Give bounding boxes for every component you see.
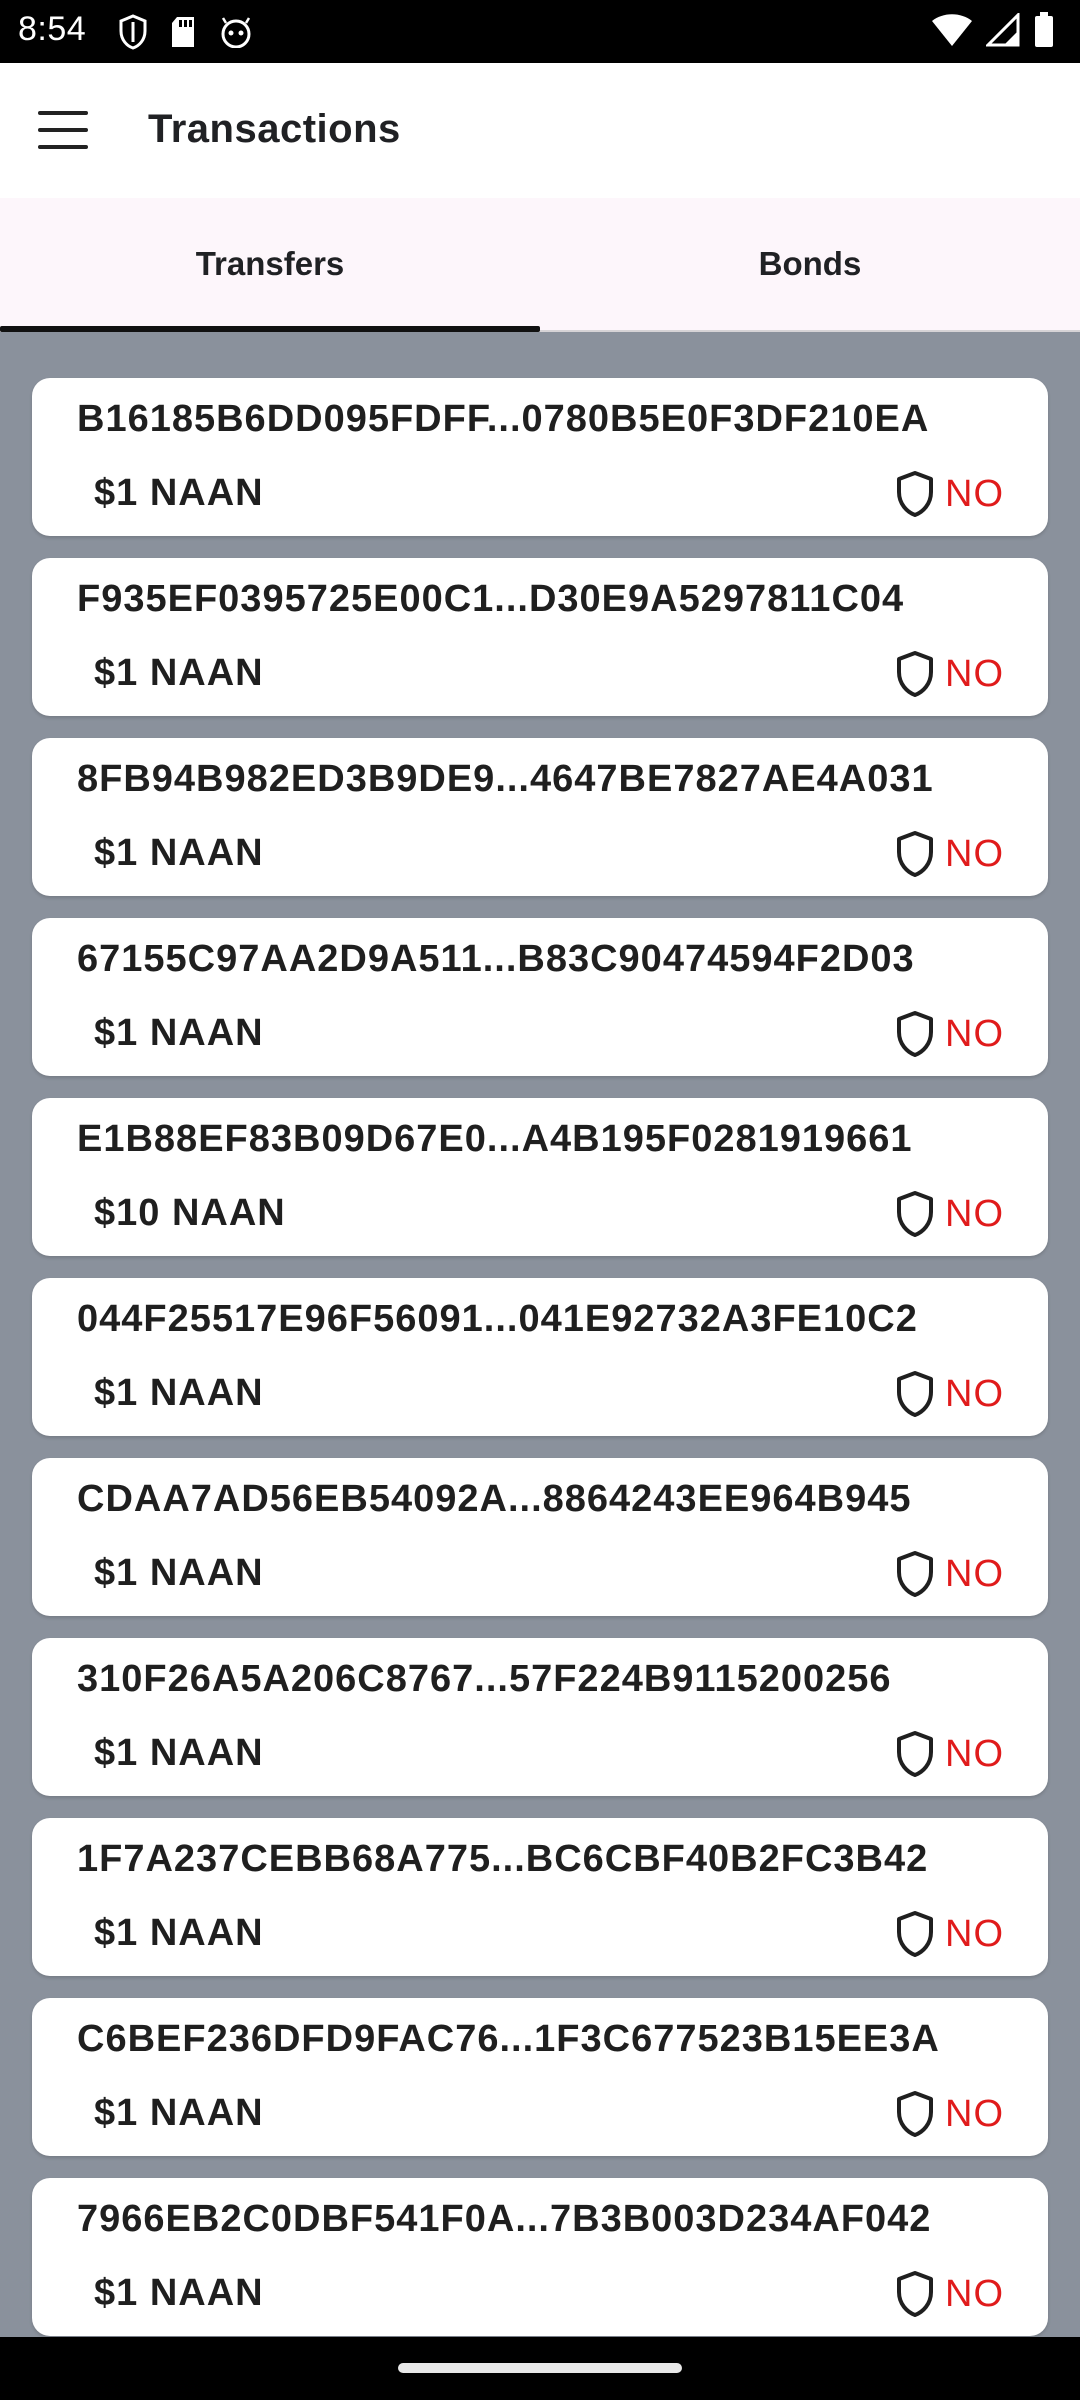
transaction-amount: $1 NAAN [94,652,264,694]
shield-icon [897,1911,933,1957]
transaction-card[interactable]: C6BEF236DFD9FAC76...1F3C677523B15EE3A $1 … [32,1998,1048,2156]
status-bar: 8:54 [0,0,1080,63]
transaction-hash: 1F7A237CEBB68A775...BC6CBF40B2FC3B42 [77,1838,929,1880]
transaction-card[interactable]: 7966EB2C0DBF541F0A...7B3B003D234AF042 $1 … [32,2178,1048,2336]
shield-icon [897,471,933,517]
transaction-status: NO [895,650,1004,698]
tab-bar: Transfers Bonds [0,198,1080,332]
shield-icon [897,1551,933,1597]
status-label: NO [945,472,1004,515]
transaction-amount: $1 NAAN [94,2272,264,2314]
transaction-card[interactable]: 044F25517E96F56091...041E92732A3FE10C2 $1… [32,1278,1048,1436]
transaction-hash: 310F26A5A206C8767...57F224B9115200256 [77,1658,892,1700]
transaction-hash: 8FB94B982ED3B9DE9...4647BE7827AE4A031 [77,758,934,800]
transaction-hash: 044F25517E96F56091...041E92732A3FE10C2 [77,1298,918,1340]
transaction-hash: F935EF0395725E00C1...D30E9A5297811C04 [77,578,905,620]
transaction-card[interactable]: 67155C97AA2D9A511...B83C90474594F2D03 $1 … [32,918,1048,1076]
shield-icon [897,1011,933,1057]
transaction-hash: E1B88EF83B09D67E0...A4B195F0281919661 [77,1118,913,1160]
transaction-hash: 67155C97AA2D9A511...B83C90474594F2D03 [77,938,915,980]
wifi-icon [932,14,972,46]
menu-button[interactable] [38,111,88,149]
status-label: NO [945,1732,1004,1775]
transaction-card[interactable]: F935EF0395725E00C1...D30E9A5297811C04 $1 … [32,558,1048,716]
transaction-status: NO [895,830,1004,878]
home-gesture-handle[interactable] [398,2363,682,2373]
transaction-card[interactable]: CDAA7AD56EB54092A...8864243EE964B945 $1 N… [32,1458,1048,1616]
shield-icon [897,831,933,877]
page-title: Transactions [148,107,401,151]
status-label: NO [945,1912,1004,1955]
hamburger-menu-icon [38,111,88,115]
transaction-status: NO [895,2270,1004,2318]
transaction-status: NO [895,1730,1004,1778]
transaction-status: NO [895,2090,1004,2138]
status-label: NO [945,832,1004,875]
transaction-amount: $1 NAAN [94,1552,264,1594]
transaction-amount: $1 NAAN [94,1732,264,1774]
transaction-hash: CDAA7AD56EB54092A...8864243EE964B945 [77,1478,912,1520]
transaction-amount: $1 NAAN [94,1912,264,1954]
signal-icon [986,13,1020,47]
transaction-status: NO [895,1010,1004,1058]
transaction-amount: $1 NAAN [94,832,264,874]
transaction-list: B16185B6DD095FDFF...0780B5E0F3DF210EA $1 … [32,378,1048,2358]
tab-bonds[interactable]: Bonds [540,198,1080,330]
transaction-card[interactable]: 310F26A5A206C8767...57F224B9115200256 $1 … [32,1638,1048,1796]
hamburger-line [38,145,88,149]
status-label: NO [945,652,1004,695]
transaction-status: NO [895,1370,1004,1418]
sd-card-icon [172,17,194,47]
transaction-hash: C6BEF236DFD9FAC76...1F3C677523B15EE3A [77,2018,940,2060]
transaction-status: NO [895,1550,1004,1598]
navigation-bar [0,2337,1080,2400]
shield-icon [897,1731,933,1777]
shield-status-icon [119,14,147,50]
battery-icon [1035,12,1053,47]
transaction-amount: $1 NAAN [94,1372,264,1414]
shield-icon [897,1371,933,1417]
shield-icon [897,2271,933,2317]
status-label: NO [945,2272,1004,2315]
hamburger-line [38,128,88,132]
status-label: NO [945,1372,1004,1415]
android-face-icon [221,17,251,48]
transaction-card[interactable]: 1F7A237CEBB68A775...BC6CBF40B2FC3B42 $1 N… [32,1818,1048,1976]
shield-icon [897,1191,933,1237]
tab-transfers[interactable]: Transfers [0,198,540,332]
transaction-amount: $1 NAAN [94,1012,264,1054]
status-label: NO [945,1192,1004,1235]
transaction-card[interactable]: E1B88EF83B09D67E0...A4B195F0281919661 $10… [32,1098,1048,1256]
status-time: 8:54 [18,10,87,48]
transaction-hash: B16185B6DD095FDFF...0780B5E0F3DF210EA [77,398,930,440]
transaction-amount: $10 NAAN [94,1192,286,1234]
status-label: NO [945,2092,1004,2135]
shield-icon [897,651,933,697]
app-bar: Transactions [0,63,1080,198]
transaction-status: NO [895,1190,1004,1238]
transaction-card[interactable]: B16185B6DD095FDFF...0780B5E0F3DF210EA $1 … [32,378,1048,536]
transaction-status: NO [895,470,1004,518]
transaction-card[interactable]: 8FB94B982ED3B9DE9...4647BE7827AE4A031 $1 … [32,738,1048,896]
status-label: NO [945,1012,1004,1055]
transaction-status: NO [895,1910,1004,1958]
status-label: NO [945,1552,1004,1595]
transaction-amount: $1 NAAN [94,472,264,514]
transaction-amount: $1 NAAN [94,2092,264,2134]
shield-icon [897,2091,933,2137]
transaction-hash: 7966EB2C0DBF541F0A...7B3B003D234AF042 [77,2198,932,2240]
